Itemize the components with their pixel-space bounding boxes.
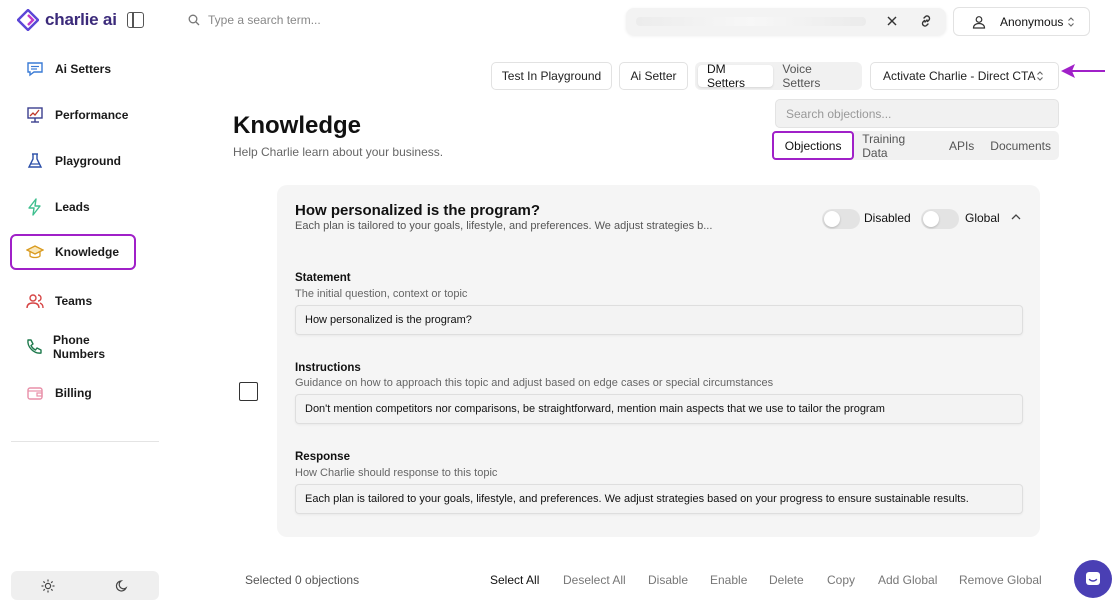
disable-button[interactable]: Disable [648, 573, 688, 587]
url-text-redacted [636, 17, 866, 26]
brand-name: charlie ai [45, 10, 117, 29]
sidebar: charlie ai Ai Setters Performance Playgr… [0, 0, 170, 609]
phone-icon [25, 337, 43, 357]
flask-icon [25, 151, 45, 171]
chevron-up-down-icon [1037, 71, 1043, 81]
deselect-all-button[interactable]: Deselect All [563, 573, 626, 587]
sidebar-divider [11, 441, 159, 442]
sidebar-item-ai-setters[interactable]: Ai Setters [14, 52, 134, 86]
chat-icon [1086, 572, 1100, 585]
global-label: Global [965, 211, 1000, 225]
ai-setter-button[interactable]: Ai Setter [619, 62, 688, 90]
users-icon [25, 291, 45, 311]
tab-objections[interactable]: Objections [772, 131, 855, 160]
graduation-cap-icon [25, 242, 45, 262]
cta-select-value: Activate Charlie - Direct CTA [883, 69, 1036, 83]
sidebar-item-playground[interactable]: Playground [14, 144, 134, 178]
objection-title: How personalized is the program? [295, 202, 541, 219]
page-subtitle: Help Charlie learn about your business. [233, 145, 444, 159]
instructions-label: Instructions [295, 362, 361, 374]
objection-search-input[interactable] [775, 99, 1059, 128]
search-icon [188, 14, 200, 26]
dm-setters-tab[interactable]: DM Setters [698, 62, 774, 90]
remove-global-button[interactable]: Remove Global [959, 573, 1042, 587]
test-in-playground-button[interactable]: Test In Playground [491, 62, 612, 90]
cta-select[interactable]: Activate Charlie - Direct CTA [870, 62, 1059, 90]
annotation-arrow-icon [1061, 64, 1105, 78]
response-input[interactable] [295, 484, 1023, 514]
sidebar-item-leads[interactable]: Leads [14, 190, 134, 224]
wallet-icon [25, 383, 45, 403]
sidebar-item-billing[interactable]: Billing [14, 376, 134, 410]
page-title: Knowledge [233, 112, 362, 139]
statement-hint: The initial question, context or topic [295, 288, 468, 300]
chevron-up-down-icon [1068, 17, 1074, 27]
global-search-input[interactable] [208, 13, 508, 27]
close-icon[interactable] [884, 13, 900, 29]
disabled-label: Disabled [864, 211, 911, 225]
instructions-input[interactable] [295, 394, 1023, 424]
sidebar-item-phone-numbers[interactable]: Phone Numbers [14, 330, 134, 364]
response-label: Response [295, 451, 350, 463]
user-name: Anonymous [1000, 14, 1064, 29]
user-icon [972, 15, 986, 29]
voice-setters-tab[interactable]: Voice Setters [773, 62, 859, 90]
chevron-up-icon[interactable] [1010, 211, 1022, 223]
instructions-hint: Guidance on how to approach this topic a… [295, 377, 774, 389]
select-all-button[interactable]: Select All [490, 573, 539, 587]
selected-count: Selected 0 objections [245, 573, 360, 587]
global-search [188, 13, 508, 27]
disabled-toggle[interactable] [822, 209, 860, 229]
sidebar-item-teams[interactable]: Teams [14, 284, 134, 318]
tab-apis[interactable]: APIs [941, 131, 982, 160]
user-menu-button[interactable]: Anonymous [953, 7, 1090, 36]
statement-input[interactable] [295, 305, 1023, 335]
url-bar[interactable] [626, 8, 946, 35]
sidebar-item-knowledge[interactable]: Knowledge [10, 234, 136, 270]
light-mode-button[interactable] [11, 571, 85, 600]
delete-button[interactable]: Delete [769, 573, 804, 587]
chat-bubble-icon [25, 59, 45, 79]
dark-mode-button[interactable] [85, 571, 159, 600]
chat-support-button[interactable] [1074, 560, 1112, 598]
objection-card: How personalized is the program? Each pl… [277, 185, 1040, 537]
copy-button[interactable]: Copy [827, 573, 855, 587]
setter-type-switch: DM Setters Voice Setters [695, 62, 862, 90]
sidebar-item-performance[interactable]: Performance [14, 98, 134, 132]
sun-icon [41, 579, 55, 592]
lightning-icon [25, 197, 45, 217]
objection-description: Each plan is tailored to your goals, lif… [295, 220, 713, 232]
objection-select-checkbox[interactable] [239, 382, 258, 401]
global-toggle[interactable] [921, 209, 959, 229]
theme-switch [11, 571, 159, 600]
charlie-logo-icon [17, 9, 39, 31]
enable-button[interactable]: Enable [710, 573, 747, 587]
brand-logo[interactable]: charlie ai [17, 9, 117, 31]
statement-label: Statement [295, 272, 351, 284]
knowledge-tabs: Objections Training Data APIs Documents [772, 131, 1059, 160]
presentation-chart-icon [25, 105, 45, 125]
link-icon[interactable] [918, 13, 934, 29]
sidebar-toggle-icon[interactable] [127, 12, 144, 28]
response-hint: How Charlie should response to this topi… [295, 467, 498, 479]
add-global-button[interactable]: Add Global [878, 573, 937, 587]
tab-training-data[interactable]: Training Data [854, 131, 941, 160]
tab-documents[interactable]: Documents [982, 131, 1059, 160]
moon-icon [115, 579, 128, 592]
